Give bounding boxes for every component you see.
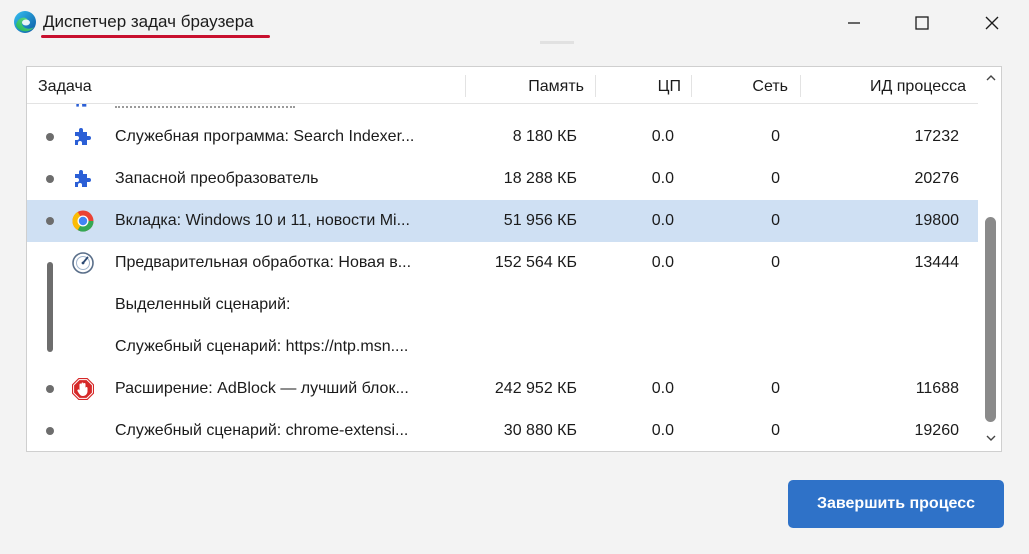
network-value: 0	[771, 422, 780, 439]
network-value: 0	[771, 254, 780, 271]
pid-value: 20276	[914, 170, 960, 187]
task-name: Расширение: AdBlock — лучший блок...	[115, 380, 409, 397]
maximize-button[interactable]	[888, 0, 956, 46]
column-header-cpu[interactable]: ЦП	[597, 67, 681, 103]
task-name: Служебный сценарий: https://ntp.msn....	[115, 338, 409, 355]
adblock-icon	[72, 378, 94, 400]
pid-value: 13444	[914, 254, 960, 271]
column-header-memory[interactable]: Память	[467, 67, 584, 103]
cpu-value: 0.0	[651, 254, 674, 271]
close-icon	[985, 16, 999, 30]
column-separator[interactable]	[595, 75, 596, 97]
edge-logo-icon	[14, 11, 36, 33]
memory-value: 242 952 КБ	[494, 380, 577, 397]
row-status-dot	[46, 133, 54, 141]
pid-value: 17232	[914, 128, 960, 145]
pid-value: 19260	[914, 422, 960, 439]
title-bar-divider	[540, 41, 574, 44]
minimize-button[interactable]	[820, 0, 888, 46]
column-header-row: Задача Память ЦП Сеть ИД процесса	[27, 67, 978, 104]
cpu-value: 0.0	[651, 380, 674, 397]
row-status-dot	[46, 217, 54, 225]
task-name: Служебный сценарий: chrome-extensi...	[115, 422, 409, 439]
task-name: Выделенный сценарий:	[115, 296, 291, 313]
maximize-icon	[915, 16, 929, 30]
task-table: Задача Память ЦП Сеть ИД процесса Служеб…	[26, 66, 1002, 452]
task-name: Служебная программа: Search Indexer...	[115, 128, 415, 145]
table-row[interactable]: Предварительная обработка: Новая в... 15…	[27, 242, 978, 284]
table-row[interactable]: Расширение: AdBlock — лучший блок... 242…	[27, 368, 978, 410]
pid-value: 19800	[914, 212, 960, 229]
row-status-dot	[46, 385, 54, 393]
column-separator[interactable]	[465, 75, 466, 97]
memory-value: 8 180 КБ	[512, 128, 577, 145]
network-value: 0	[771, 212, 780, 229]
scrollbar-thumb[interactable]	[985, 217, 996, 422]
title-underline-annotation	[41, 35, 270, 38]
memory-value: 152 564 КБ	[494, 254, 577, 271]
puzzle-icon	[76, 104, 87, 107]
network-value: 0	[771, 380, 780, 397]
row-status-dot	[46, 175, 54, 183]
row-status-dot	[46, 427, 54, 435]
task-name: Предварительная обработка: Новая в...	[115, 254, 412, 271]
column-header-network[interactable]: Сеть	[693, 67, 788, 103]
table-row[interactable]: Запасной преобразователь 18 288 КБ 0.0 0…	[27, 158, 978, 200]
memory-value: 30 880 КБ	[503, 422, 577, 439]
task-name: Запасной преобразователь	[115, 170, 319, 187]
cpu-value: 0.0	[651, 170, 674, 187]
table-row[interactable]: Служебная программа: Search Indexer... 8…	[27, 116, 978, 158]
window-title: Диспетчер задач браузера	[43, 12, 254, 31]
gauge-icon	[72, 252, 94, 274]
table-row[interactable]: Выделенный сценарий:	[27, 284, 978, 326]
scrolled-off-row	[27, 104, 978, 110]
title-bar: Диспетчер задач браузера	[0, 0, 1029, 46]
table-row[interactable]: Служебный сценарий: chrome-extensi... 30…	[27, 410, 978, 451]
column-separator[interactable]	[691, 75, 692, 97]
column-separator[interactable]	[800, 75, 801, 97]
memory-value: 18 288 КБ	[503, 170, 577, 187]
table-row[interactable]: Служебный сценарий: https://ntp.msn....	[27, 326, 978, 368]
cpu-value: 0.0	[651, 212, 674, 229]
memory-value: 51 956 КБ	[503, 212, 577, 229]
puzzle-icon	[75, 170, 91, 187]
scroll-up-arrow-icon[interactable]	[985, 73, 997, 83]
vertical-scrollbar[interactable]	[980, 67, 1001, 451]
scroll-down-arrow-icon[interactable]	[985, 433, 997, 443]
task-name: Вкладка: Windows 10 и 11, новости Mi...	[115, 212, 410, 229]
table-row-selected[interactable]: Вкладка: Windows 10 и 11, новости Mi... …	[27, 200, 978, 242]
column-header-pid[interactable]: ИД процесса	[802, 67, 966, 103]
column-header-task[interactable]: Задача	[38, 67, 92, 103]
cpu-value: 0.0	[651, 422, 674, 439]
network-value: 0	[771, 128, 780, 145]
pid-value: 11688	[915, 380, 959, 397]
puzzle-icon	[75, 128, 91, 145]
minimize-icon	[848, 22, 860, 24]
close-button[interactable]	[958, 0, 1026, 46]
network-value: 0	[771, 170, 780, 187]
browser-tab-favicon-icon	[72, 210, 94, 232]
cpu-value: 0.0	[651, 128, 674, 145]
end-process-button[interactable]: Завершить процесс	[788, 480, 1004, 528]
